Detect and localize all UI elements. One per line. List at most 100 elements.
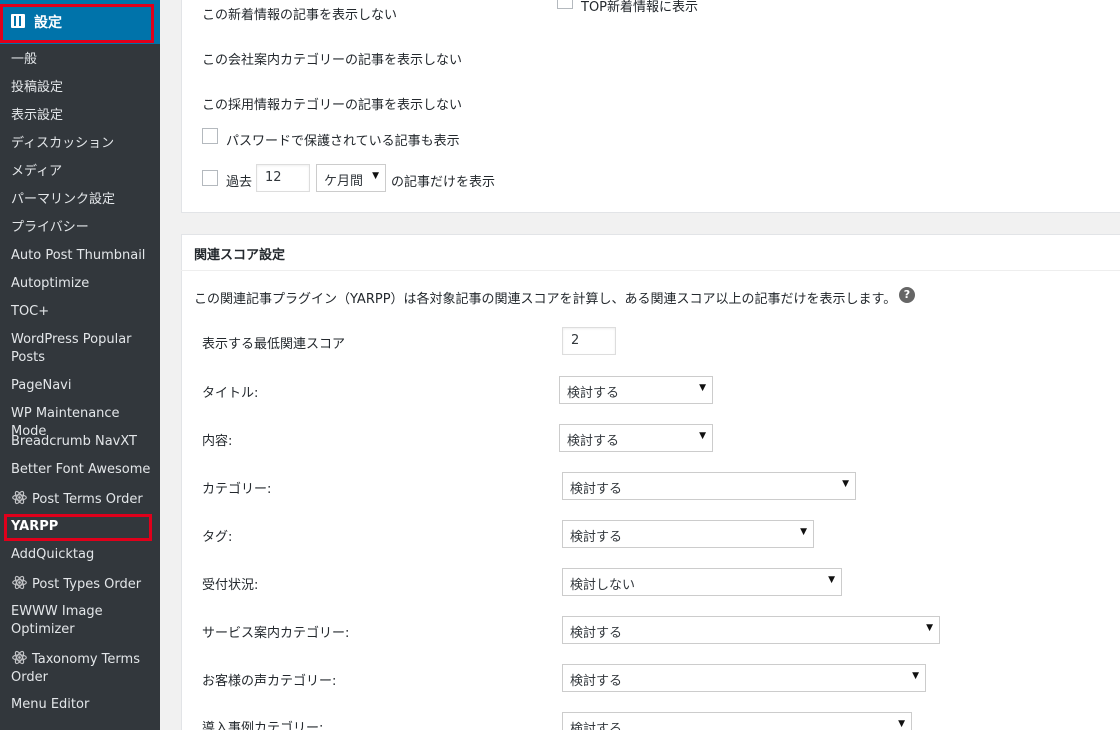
- top-news-checkbox[interactable]: [557, 0, 573, 9]
- content-match-label: 内容:: [202, 434, 233, 449]
- submenu-permalink[interactable]: パーマリンク設定: [11, 191, 156, 209]
- submenu-menu-editor[interactable]: Menu Editor: [11, 696, 156, 714]
- submenu-breadcrumb-navxt[interactable]: Breadcrumb NavXT: [11, 433, 156, 451]
- submenu-label: EWWW Image Optimizer: [11, 604, 103, 637]
- status-match-select[interactable]: 検討しない ▼: [562, 568, 842, 596]
- submenu-label: Post Terms Order: [32, 492, 143, 507]
- hide-company-label: この会社案内カテゴリーの記事を表示しない: [202, 53, 463, 68]
- submenu-taxonomy-terms-order[interactable]: Taxonomy Terms Order: [11, 649, 156, 687]
- select-value: 検討する: [567, 434, 620, 449]
- submenu-label: 一般: [11, 52, 38, 67]
- submenu-label: Menu Editor: [11, 697, 90, 712]
- atom-icon: [12, 650, 27, 665]
- submenu-label: YARPP: [11, 519, 59, 534]
- submenu-ewww-image-optimizer[interactable]: EWWW Image Optimizer: [11, 603, 156, 639]
- voice-category-match-label: お客様の声カテゴリー:: [202, 674, 337, 689]
- submenu-label: ディスカッション: [11, 136, 115, 151]
- top-news-label: TOP新着情報に表示: [581, 0, 699, 15]
- tag-match-label: タグ:: [202, 530, 233, 545]
- submenu-toc[interactable]: TOC+: [11, 303, 156, 321]
- submenu-label: Autoptimize: [11, 276, 90, 291]
- select-value: 検討する: [570, 674, 623, 689]
- select-value: 検討する: [570, 722, 623, 730]
- submenu-post-types-order[interactable]: Post Types Order: [11, 574, 156, 594]
- category-match-select[interactable]: 検討する ▼: [562, 472, 856, 500]
- atom-icon: [12, 575, 27, 590]
- submenu-label: AddQuicktag: [11, 547, 95, 562]
- dropdown-arrow-icon: ▼: [699, 383, 706, 393]
- content-match-select[interactable]: 検討する ▼: [559, 424, 713, 452]
- menu-settings[interactable]: 設定: [0, 0, 160, 44]
- status-match-label: 受付状況:: [202, 578, 259, 593]
- tag-match-select[interactable]: 検討する ▼: [562, 520, 814, 548]
- admin-sidebar: 設定 一般 投稿設定 表示設定 ディスカッション メディア パーマリンク設定 プ…: [0, 0, 160, 730]
- select-value: 検討する: [570, 482, 623, 497]
- submenu-wordpress-popular-posts[interactable]: WordPress Popular Posts: [11, 331, 156, 367]
- hide-recruit-label: この採用情報カテゴリーの記事を表示しない: [202, 98, 463, 113]
- submenu-pagenavi[interactable]: PageNavi: [11, 377, 156, 395]
- dropdown-arrow-icon: ▼: [828, 575, 835, 585]
- hide-news-label: この新着情報の記事を表示しない: [202, 8, 398, 23]
- relevance-description: この関連記事プラグイン（YARPP）は各対象記事の関連スコアを計算し、ある関連ス…: [194, 292, 897, 307]
- dropdown-arrow-icon: ▼: [372, 171, 379, 181]
- past-label: 過去: [226, 175, 253, 190]
- select-value: 検討する: [570, 626, 623, 641]
- submenu-label: パーマリンク設定: [11, 192, 116, 207]
- submenu-label: プライバシー: [11, 220, 89, 235]
- dropdown-arrow-icon: ▼: [699, 431, 706, 441]
- submenu-label: Better Font Awesome: [11, 462, 151, 477]
- voice-category-match-select[interactable]: 検討する ▼: [562, 664, 926, 692]
- submenu-better-font-awesome[interactable]: Better Font Awesome: [11, 461, 156, 479]
- submenu-label: Post Types Order: [32, 577, 142, 592]
- atom-icon: [12, 490, 27, 505]
- submenu-label: Breadcrumb NavXT: [11, 434, 137, 449]
- case-category-match-select[interactable]: 検討する ▼: [562, 712, 912, 730]
- title-match-label: タイトル:: [202, 386, 259, 401]
- service-category-match-select[interactable]: 検討する ▼: [562, 616, 940, 644]
- submenu-addquicktag[interactable]: AddQuicktag: [11, 546, 156, 564]
- submenu-discussion[interactable]: ディスカッション: [11, 135, 156, 153]
- submenu-label: メディア: [11, 164, 63, 179]
- submenu-yarpp[interactable]: YARPP: [11, 518, 156, 536]
- dropdown-arrow-icon: ▼: [842, 479, 849, 489]
- show-password-checkbox[interactable]: [202, 128, 218, 144]
- dropdown-arrow-icon: ▼: [926, 623, 933, 633]
- submenu-media[interactable]: メディア: [11, 163, 156, 181]
- relevance-section-title: 関連スコア設定: [194, 248, 286, 263]
- dropdown-arrow-icon: ▼: [912, 671, 919, 681]
- title-match-select[interactable]: 検討する ▼: [559, 376, 713, 404]
- period-select[interactable]: ケ月間 ▼: [316, 164, 386, 192]
- submenu-label: 投稿設定: [11, 80, 64, 95]
- period-select-value: ケ月間: [324, 174, 364, 189]
- submenu-writing[interactable]: 投稿設定: [11, 79, 156, 97]
- submenu-privacy[interactable]: プライバシー: [11, 219, 156, 237]
- submenu-auto-post-thumbnail[interactable]: Auto Post Thumbnail: [11, 247, 156, 265]
- submenu-autoptimize[interactable]: Autoptimize: [11, 275, 156, 293]
- select-value: 検討する: [567, 386, 620, 401]
- select-value: 検討する: [570, 530, 623, 545]
- menu-settings-label: 設定: [34, 15, 62, 31]
- submenu-label: Auto Post Thumbnail: [11, 248, 146, 263]
- submenu-label: 表示設定: [11, 108, 64, 123]
- case-category-match-label: 導入事例カテゴリー:: [202, 721, 324, 730]
- category-match-label: カテゴリー:: [202, 482, 272, 497]
- past-number-input[interactable]: 12: [256, 164, 310, 192]
- submenu-label: Taxonomy Terms Order: [11, 652, 140, 685]
- submenu-general[interactable]: 一般: [11, 51, 156, 69]
- min-score-input[interactable]: 2: [562, 327, 616, 355]
- select-value: 検討しない: [570, 578, 636, 593]
- dropdown-arrow-icon: ▼: [898, 719, 905, 729]
- submenu-label: TOC+: [11, 304, 50, 319]
- submenu-post-terms-order[interactable]: Post Terms Order: [11, 489, 156, 509]
- help-icon[interactable]: ?: [899, 287, 915, 303]
- submenu-label: PageNavi: [11, 378, 72, 393]
- min-score-label: 表示する最低関連スコア: [202, 337, 346, 352]
- section-divider: [181, 270, 1120, 271]
- past-suffix-label: の記事だけを表示: [391, 175, 496, 190]
- submenu-label: WordPress Popular Posts: [11, 332, 132, 365]
- submenu-reading[interactable]: 表示設定: [11, 107, 156, 125]
- show-password-label: パスワードで保護されている記事も表示: [226, 134, 460, 149]
- dropdown-arrow-icon: ▼: [800, 527, 807, 537]
- past-limit-checkbox[interactable]: [202, 170, 218, 186]
- settings-icon: [11, 14, 25, 28]
